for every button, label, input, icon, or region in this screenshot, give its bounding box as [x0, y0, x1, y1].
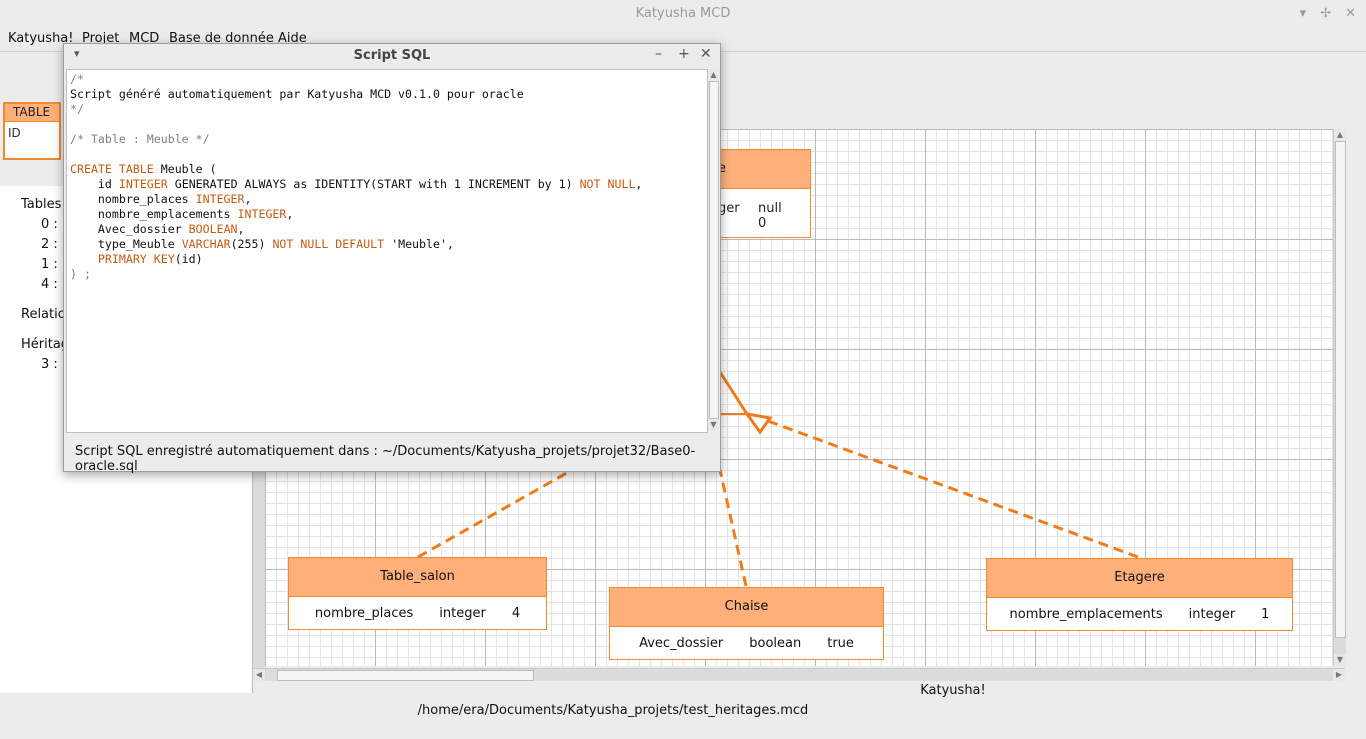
- entity-meuble-attr-value: 0: [758, 216, 767, 231]
- dialog-title: Script SQL: [353, 48, 431, 63]
- entity-meuble-attr-type: ger: [718, 201, 740, 216]
- scroll-up-icon[interactable]: ▲: [1334, 129, 1346, 141]
- attribute-name: nombre_places: [314, 606, 414, 621]
- script-sql-dialog: ▾ Script SQL – + ✕ /* Script généré auto…: [63, 43, 721, 474]
- attribute-value: 1: [1261, 607, 1270, 622]
- attribute-type: boolean: [749, 636, 802, 651]
- sql-keyword: VARCHAR: [181, 237, 231, 251]
- entity-attribute-row: nombre_places integer 4: [289, 597, 546, 631]
- link-heritage-top: [718, 371, 749, 415]
- sql-keyword: INTEGER: [195, 192, 245, 206]
- sql-text: ,: [286, 207, 294, 221]
- sql-keyword: INTEGER: [237, 207, 287, 221]
- entity-attribute-row: nombre_emplacements integer 1: [987, 598, 1292, 632]
- sql-text: (255): [230, 237, 273, 251]
- sql-keyword: BOOLEAN: [188, 222, 238, 236]
- entity-chaise[interactable]: Chaise Avec_dossier boolean true: [609, 587, 884, 660]
- sql-text: ,: [237, 222, 245, 236]
- scroll-left-icon[interactable]: ◀: [253, 669, 265, 681]
- entity-attribute-row: Avec_dossier boolean true: [610, 627, 883, 661]
- sql-keyword: PRIMARY KEY: [97, 252, 175, 266]
- sql-line: /* Table : Meuble */: [70, 132, 210, 146]
- sql-keyword: NOT NULL: [579, 177, 636, 191]
- link-chaise: [718, 469, 748, 587]
- sql-text: nombre_places: [70, 192, 196, 206]
- sql-code: /* Script généré automatiquement par Kat…: [67, 70, 707, 284]
- heritage-triangle-icon: [743, 411, 773, 435]
- sql-line: Script généré automatiquement par Katyus…: [70, 87, 524, 101]
- canvas-vertical-scrollbar[interactable]: ▲ ▼: [1333, 129, 1346, 666]
- attribute-name: Avec_dossier: [639, 636, 724, 651]
- scroll-up-icon[interactable]: ▲: [708, 69, 719, 81]
- sql-text: Avec_dossier: [70, 222, 189, 236]
- scroll-right-icon[interactable]: ▶: [1333, 669, 1345, 681]
- attribute-type: integer: [1188, 607, 1236, 622]
- entity-title: Etagere: [987, 559, 1292, 598]
- sql-text: (id): [174, 252, 203, 266]
- sql-text: GENERATED ALWAYS as IDENTITY(START with …: [167, 177, 580, 191]
- dialog-minimize-icon[interactable]: –: [655, 46, 662, 62]
- dialog-close-icon[interactable]: ✕: [700, 46, 712, 62]
- status-app-name: Katyusha!: [920, 683, 986, 698]
- sql-text: nombre_emplacements: [70, 207, 238, 221]
- sql-text: id: [70, 177, 119, 191]
- scroll-down-icon[interactable]: ▼: [708, 419, 719, 431]
- scroll-thumb[interactable]: [277, 670, 534, 681]
- attribute-value: true: [827, 636, 854, 651]
- scroll-thumb[interactable]: [1335, 141, 1346, 638]
- sql-text: ,: [244, 192, 252, 206]
- attribute-value: 4: [511, 606, 521, 621]
- sql-line: ) ;: [70, 267, 91, 281]
- attribute-name: nombre_emplacements: [1009, 607, 1163, 622]
- link-etagere: [767, 419, 1139, 559]
- sql-vertical-scrollbar[interactable]: ▲ ▼: [707, 69, 719, 431]
- status-file-path: /home/era/Documents/Katyusha_projets/tes…: [417, 703, 809, 718]
- sql-line: /*: [70, 72, 84, 86]
- sql-text: Meuble (: [153, 162, 217, 176]
- entity-title: Chaise: [610, 588, 883, 627]
- canvas-horizontal-scrollbar[interactable]: ◀ ▶: [253, 668, 1345, 681]
- sql-keyword: INTEGER: [118, 177, 168, 191]
- link-table-salon: [417, 468, 573, 559]
- dialog-maximize-icon[interactable]: +: [678, 46, 690, 62]
- sql-text: ,: [635, 177, 643, 191]
- entity-table-salon[interactable]: Table_salon nombre_places integer 4: [288, 557, 547, 630]
- sql-code-area[interactable]: /* Script généré automatiquement par Kat…: [66, 69, 708, 433]
- sql-line: */: [70, 102, 84, 116]
- entity-title: Table_salon: [289, 558, 546, 597]
- dialog-status-text: Script SQL enregistré automatiquement da…: [75, 444, 696, 474]
- sql-keyword: CREATE TABLE: [70, 162, 154, 176]
- sql-keyword: NOT NULL DEFAULT: [272, 237, 385, 251]
- entity-etagere[interactable]: Etagere nombre_emplacements integer 1: [986, 558, 1293, 631]
- scroll-down-icon[interactable]: ▼: [1334, 654, 1346, 666]
- scroll-thumb[interactable]: [709, 81, 719, 419]
- attribute-type: integer: [439, 606, 486, 621]
- entity-meuble-attr-value: null: [758, 201, 782, 216]
- sql-text: type_Meuble: [70, 237, 182, 251]
- sql-text: 'Meuble',: [384, 237, 454, 251]
